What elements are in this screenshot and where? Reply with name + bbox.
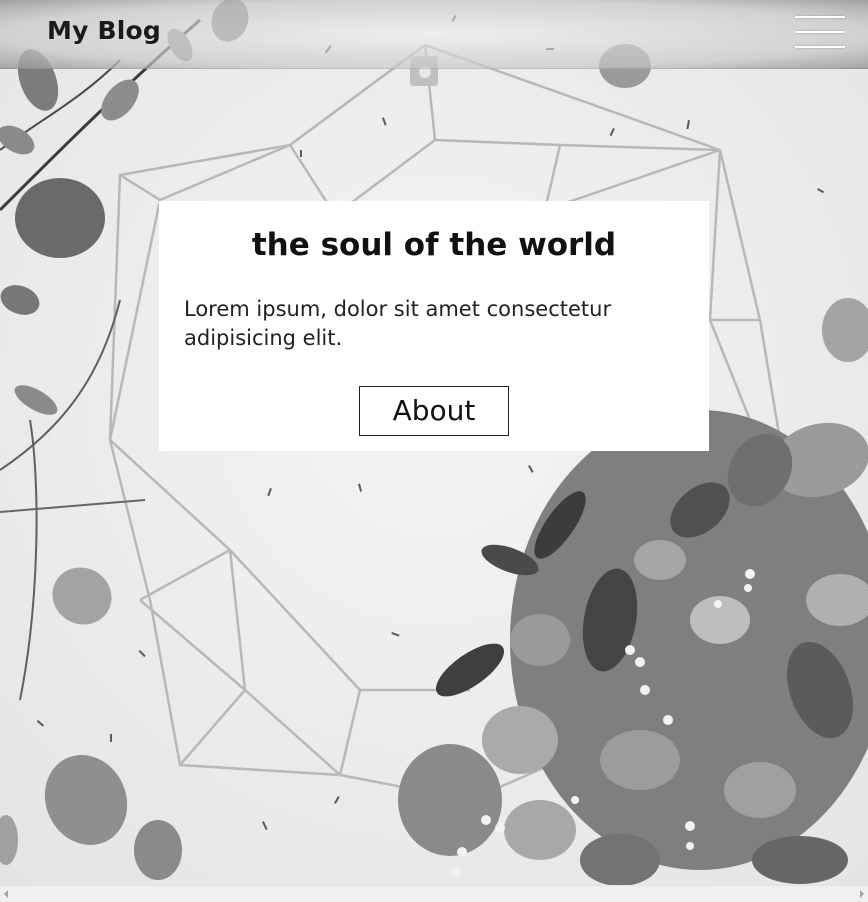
hamburger-bar-bottom: [795, 46, 845, 48]
horizontal-scrollbar[interactable]: [0, 885, 868, 902]
hamburger-bar-top: [795, 16, 845, 18]
site-header: My Blog: [0, 0, 868, 69]
site-logo-link[interactable]: My Blog: [47, 16, 161, 45]
about-button[interactable]: About: [359, 386, 509, 436]
hamburger-bar-middle: [795, 31, 845, 33]
hamburger-menu-button[interactable]: [795, 14, 845, 50]
hero-card: the soul of the world Lorem ipsum, dolor…: [159, 201, 709, 451]
page: My Blog the soul of the world Lorem ipsu…: [0, 0, 868, 902]
arrow-left-icon[interactable]: [4, 890, 8, 898]
arrow-right-icon[interactable]: [860, 890, 864, 898]
hero-title: the soul of the world: [251, 227, 617, 263]
hero-description: Lorem ipsum, dolor sit amet consectetur …: [184, 297, 612, 350]
